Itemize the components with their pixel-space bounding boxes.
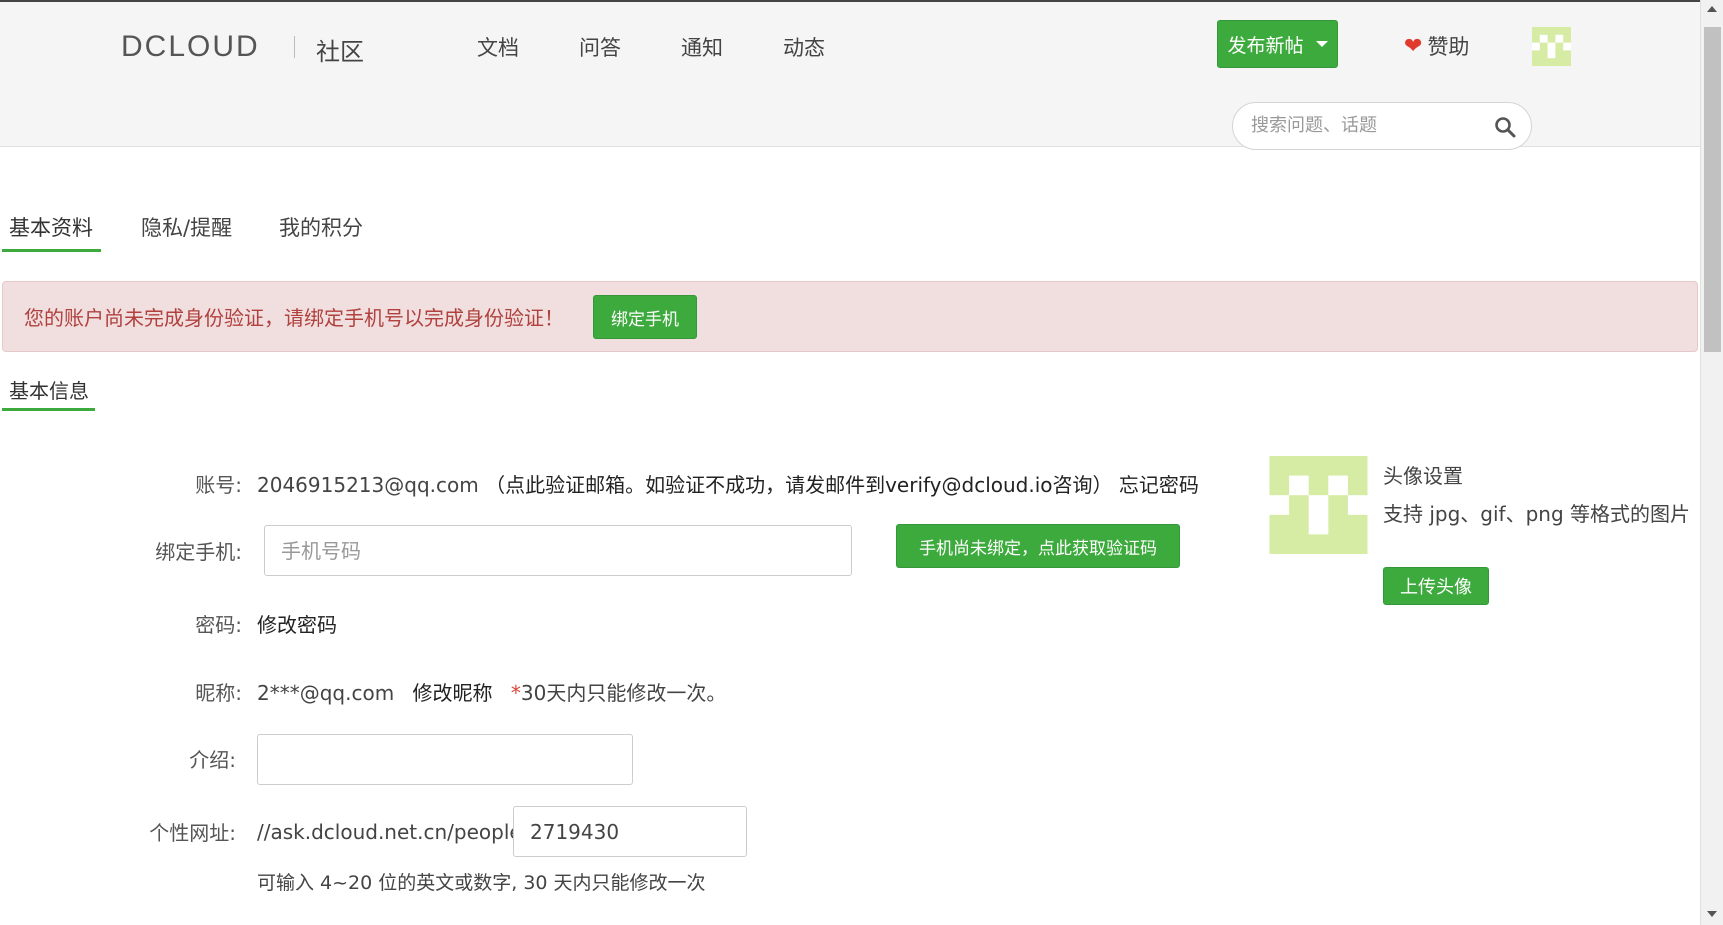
account-email: 2046915213@qq.com bbox=[257, 473, 479, 497]
nickname-value: 2***@qq.com bbox=[257, 681, 395, 705]
scroll-thumb[interactable] bbox=[1704, 27, 1721, 352]
required-star: * bbox=[510, 681, 521, 705]
nav-qa[interactable]: 问答 bbox=[579, 32, 621, 62]
new-post-button[interactable]: 发布新帖 bbox=[1217, 20, 1338, 68]
heart-icon: ❤ bbox=[1404, 33, 1423, 59]
logo-divider bbox=[294, 36, 295, 58]
nav-notifications[interactable]: 通知 bbox=[681, 32, 723, 62]
section-title: 基本信息 bbox=[9, 379, 89, 403]
nickname-row: 2***@qq.com 修改昵称 *30天内只能修改一次。 bbox=[257, 677, 726, 706]
dcloud-logo[interactable]: DCLOUD bbox=[121, 30, 260, 64]
nav-docs[interactable]: 文档 bbox=[477, 32, 519, 62]
tab-privacy[interactable]: 隐私/提醒 bbox=[141, 212, 232, 242]
url-prefix: //ask.dcloud.net.cn/people/ bbox=[257, 820, 529, 844]
intro-input[interactable] bbox=[257, 734, 633, 785]
url-hint: 可输入 4~20 位的英文或数字, 30 天内只能修改一次 bbox=[257, 872, 706, 894]
nav-activity[interactable]: 动态 bbox=[783, 32, 825, 62]
forgot-password-link[interactable]: 忘记密码 bbox=[1119, 473, 1199, 497]
url-input[interactable] bbox=[513, 806, 747, 857]
scroll-up-icon[interactable] bbox=[1707, 6, 1717, 12]
phone-label: 绑定手机: bbox=[155, 540, 242, 564]
password-label: 密码: bbox=[195, 613, 242, 637]
tab-basic-profile[interactable]: 基本资料 bbox=[9, 212, 93, 242]
url-label: 个性网址: bbox=[149, 821, 236, 845]
nickname-label: 昵称: bbox=[195, 681, 242, 705]
get-code-button[interactable]: 手机尚未绑定，点此获取验证码 bbox=[896, 524, 1180, 568]
verify-email-link[interactable]: （点此验证邮箱。如验证不成功，请发邮件到verify@dcloud.io咨询） bbox=[485, 473, 1112, 497]
search-icon[interactable] bbox=[1493, 115, 1517, 139]
search-box[interactable] bbox=[1232, 102, 1532, 150]
section-underline bbox=[2, 408, 95, 411]
change-nickname-link[interactable]: 修改昵称 bbox=[413, 681, 493, 705]
tab-my-points[interactable]: 我的积分 bbox=[279, 212, 363, 242]
profile-avatar bbox=[1269, 456, 1368, 554]
new-post-label: 发布新帖 bbox=[1227, 34, 1304, 57]
account-row: 2046915213@qq.com （点此验证邮箱。如验证不成功，请发邮件到ve… bbox=[257, 469, 1199, 498]
alert-message: 您的账户尚未完成身份验证，请绑定手机号以完成身份验证！ bbox=[24, 306, 564, 330]
intro-label: 介绍: bbox=[189, 748, 236, 772]
community-label[interactable]: 社区 bbox=[316, 32, 364, 67]
top-header: DCLOUD 社区 文档 问答 通知 动态 发布新帖 ❤ 赞助 bbox=[0, 0, 1700, 150]
page-scrollbar[interactable] bbox=[1700, 0, 1723, 925]
upload-avatar-button[interactable]: 上传头像 bbox=[1383, 567, 1489, 605]
search-input[interactable] bbox=[1251, 115, 1481, 136]
avatar-hint: 支持 jpg、gif、png 等格式的图片 bbox=[1383, 502, 1691, 526]
scroll-down-icon[interactable] bbox=[1707, 911, 1717, 917]
active-tab-indicator bbox=[2, 249, 101, 252]
phone-input[interactable] bbox=[264, 525, 852, 576]
avatar-title: 头像设置 bbox=[1383, 464, 1463, 488]
change-password-link[interactable]: 修改密码 bbox=[257, 609, 337, 638]
account-label: 账号: bbox=[195, 473, 242, 497]
caret-down-icon bbox=[1315, 41, 1328, 47]
nickname-note: 30天内只能修改一次。 bbox=[520, 681, 727, 705]
sponsor-label: 赞助 bbox=[1427, 35, 1470, 59]
user-avatar[interactable] bbox=[1532, 27, 1571, 66]
sponsor-link[interactable]: ❤ 赞助 bbox=[1404, 31, 1469, 61]
verification-alert: 您的账户尚未完成身份验证，请绑定手机号以完成身份验证！ 绑定手机 bbox=[2, 281, 1698, 352]
bind-phone-button[interactable]: 绑定手机 bbox=[593, 295, 697, 339]
